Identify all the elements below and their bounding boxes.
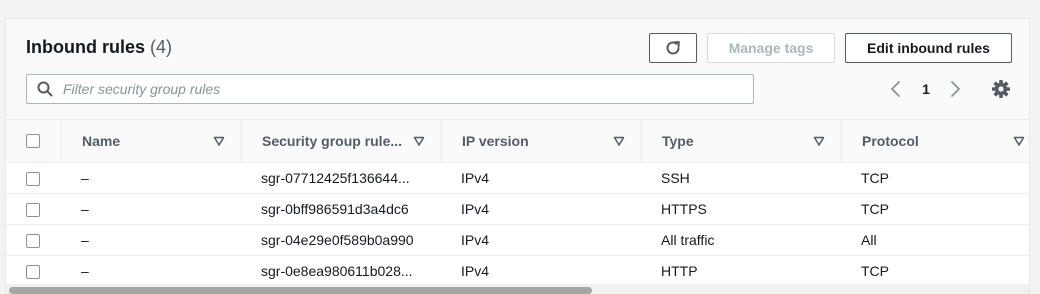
chevron-left-icon[interactable]: [888, 79, 904, 99]
cell-type: HTTPS: [641, 193, 841, 225]
cell-name: –: [61, 255, 241, 287]
cell-rule-id: sgr-07712425f136644...: [241, 162, 441, 194]
cell-rule-id: sgr-0bff986591d3a4dc6: [241, 193, 441, 225]
refresh-icon: [666, 41, 680, 55]
chevron-right-icon[interactable]: [947, 79, 963, 99]
caret-down-icon: [613, 136, 625, 146]
caret-down-icon: [413, 136, 425, 146]
cell-type: HTTP: [641, 255, 841, 287]
cell-ip-version: IPv4: [441, 193, 641, 225]
row-select-cell: [6, 193, 61, 225]
column-label: Protocol: [862, 133, 919, 149]
table-row[interactable]: – sgr-07712425f136644... IPv4 SSH TCP: [6, 162, 1029, 194]
inbound-rules-panel: Inbound rules (4) Manage tags Edit inbou…: [5, 18, 1030, 294]
select-all-checkbox[interactable]: [26, 134, 40, 148]
column-header-security-group-rule[interactable]: Security group rule...: [241, 119, 441, 163]
column-header-name[interactable]: Name: [61, 119, 241, 163]
cell-rule-id: sgr-0e8ea980611b028...: [241, 255, 441, 287]
cell-protocol: All: [841, 224, 1029, 256]
caret-down-icon: [1013, 136, 1025, 146]
column-header-type[interactable]: Type: [641, 119, 841, 163]
select-all-cell: [6, 119, 61, 163]
cell-ip-version: IPv4: [441, 162, 641, 194]
scrollbar-thumb[interactable]: [9, 287, 592, 294]
table-row[interactable]: – sgr-0e8ea980611b028... IPv4 HTTP TCP: [6, 255, 1029, 287]
horizontal-scrollbar[interactable]: [6, 284, 1029, 294]
panel-header: Inbound rules (4) Manage tags Edit inbou…: [6, 19, 1029, 119]
cell-protocol: TCP: [841, 162, 1029, 194]
page-number[interactable]: 1: [914, 79, 938, 99]
row-checkbox[interactable]: [26, 234, 40, 249]
row-select-cell: [6, 224, 61, 256]
table-row[interactable]: – sgr-0bff986591d3a4dc6 IPv4 HTTPS TCP: [6, 193, 1029, 225]
search-icon: [37, 81, 53, 97]
cell-protocol: TCP: [841, 193, 1029, 225]
title-text: Inbound rules: [26, 37, 145, 57]
cell-type: All traffic: [641, 224, 841, 256]
caret-down-icon: [213, 136, 225, 146]
page-title: Inbound rules (4): [26, 37, 172, 58]
refresh-button[interactable]: [649, 33, 697, 63]
column-header-protocol[interactable]: Protocol: [841, 119, 1029, 163]
filter-placeholder: Filter security group rules: [63, 81, 221, 97]
rules-table: Name Security group rule... IP version T…: [6, 119, 1029, 287]
column-label: IP version: [462, 133, 529, 149]
row-checkbox[interactable]: [26, 172, 40, 187]
row-checkbox[interactable]: [26, 265, 40, 280]
edit-inbound-rules-button[interactable]: Edit inbound rules: [845, 33, 1012, 63]
row-select-cell: [6, 255, 61, 287]
row-select-cell: [6, 162, 61, 194]
cell-ip-version: IPv4: [441, 255, 641, 287]
caret-down-icon: [813, 136, 825, 146]
rule-count: (4): [150, 37, 173, 57]
gear-icon[interactable]: [990, 78, 1012, 100]
cell-type: SSH: [641, 162, 841, 194]
row-checkbox[interactable]: [26, 203, 40, 218]
column-label: Name: [82, 133, 121, 149]
column-label: Type: [662, 133, 694, 149]
cell-name: –: [61, 193, 241, 225]
filter-input[interactable]: Filter security group rules: [26, 74, 754, 104]
table-row[interactable]: – sgr-04e29e0f589b0a990 IPv4 All traffic…: [6, 224, 1029, 256]
cell-rule-id: sgr-04e29e0f589b0a990: [241, 224, 441, 256]
cell-name: –: [61, 162, 241, 194]
cell-protocol: TCP: [841, 255, 1029, 287]
cell-name: –: [61, 224, 241, 256]
column-header-ip-version[interactable]: IP version: [441, 119, 641, 163]
column-label: Security group rule...: [262, 133, 403, 149]
table-header-row: Name Security group rule... IP version T…: [6, 119, 1029, 163]
manage-tags-button[interactable]: Manage tags: [707, 33, 835, 63]
cell-ip-version: IPv4: [441, 224, 641, 256]
